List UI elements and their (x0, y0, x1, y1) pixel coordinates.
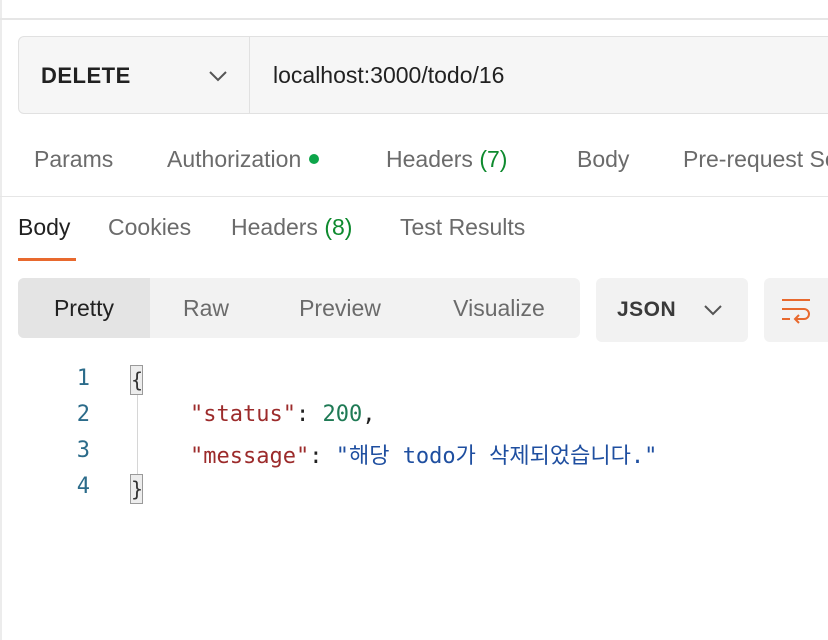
json-string: "해당 todo가 삭제되었습니다." (335, 444, 658, 469)
response-tab-headers-label: Headers (231, 214, 318, 240)
request-bar: DELETE localhost:3000/todo/16 (18, 36, 828, 114)
view-raw[interactable]: Raw (150, 278, 262, 338)
left-edge-divider (0, 0, 2, 640)
wrap-lines-icon (782, 299, 810, 324)
status-dot-icon (309, 154, 320, 164)
view-mode-selector: Pretty Raw Preview Visualize (18, 278, 580, 338)
line-number: 2 (76, 402, 90, 427)
chevron-down-icon (209, 71, 227, 82)
close-brace: } (130, 474, 143, 504)
response-tab-headers[interactable]: Headers (8) (231, 214, 352, 241)
tab-headers[interactable]: Headers (7) (386, 146, 507, 173)
method-select[interactable]: DELETE (19, 37, 250, 113)
url-input[interactable]: localhost:3000/todo/16 (273, 62, 504, 89)
active-tab-underline (18, 258, 76, 261)
chevron-down-icon (704, 305, 722, 316)
tab-headers-label: Headers (386, 146, 473, 172)
view-visualize[interactable]: Visualize (418, 278, 580, 338)
json-key: "status" (190, 402, 296, 427)
json-colon: : (295, 402, 323, 427)
open-brace: { (130, 365, 143, 395)
line-number: 1 (76, 366, 90, 391)
response-tab-body[interactable]: Body (18, 214, 70, 241)
view-pretty[interactable]: Pretty (18, 278, 150, 338)
tab-authorization-label: Authorization (167, 146, 302, 172)
code-line-message: "message": "해당 todo가 삭제되었습니다." (190, 438, 657, 470)
response-tab-cookies[interactable]: Cookies (108, 214, 191, 241)
code-line-status: "status": 200, (190, 402, 375, 427)
line-number: 4 (76, 474, 90, 499)
json-colon: : (309, 444, 336, 469)
tab-authorization[interactable]: Authorization (167, 146, 320, 173)
top-edge-divider (0, 18, 828, 20)
wrap-lines-button[interactable] (764, 278, 828, 342)
view-preview[interactable]: Preview (262, 278, 418, 338)
response-tab-headers-count: (8) (324, 214, 353, 240)
tabs-divider (0, 196, 828, 197)
format-select[interactable]: JSON (596, 278, 748, 342)
json-key: "message" (190, 444, 310, 469)
format-label: JSON (617, 298, 677, 321)
json-number: 200 (322, 402, 363, 427)
tab-pre-request-script[interactable]: Pre-request Script (683, 146, 828, 173)
response-tab-test-results[interactable]: Test Results (400, 214, 525, 241)
tab-body[interactable]: Body (577, 146, 629, 173)
tab-params[interactable]: Params (34, 146, 113, 173)
request-tabs: Params Authorization Headers (7) Body Pr… (0, 146, 828, 186)
line-number: 3 (76, 438, 90, 463)
json-comma: , (362, 402, 376, 427)
method-label: DELETE (41, 63, 131, 88)
tab-headers-count: (7) (479, 146, 508, 172)
